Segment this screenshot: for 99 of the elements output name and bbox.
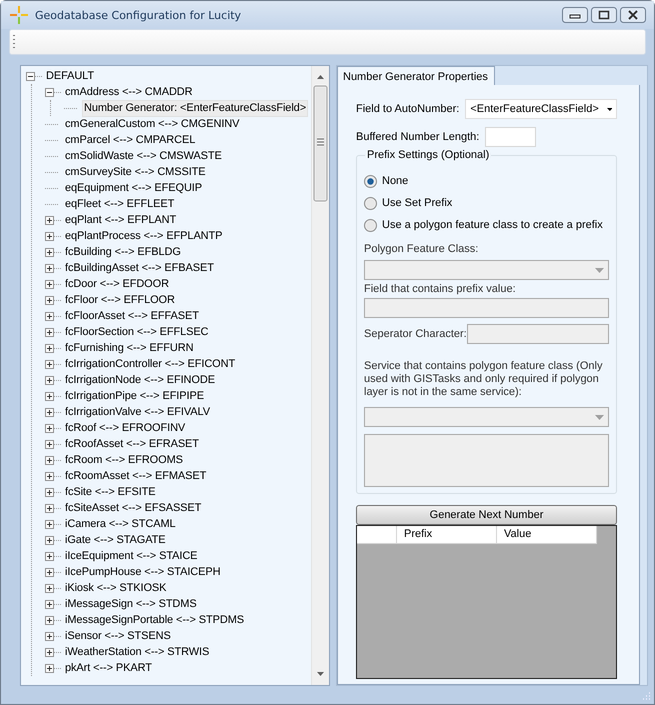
tree-item[interactable]: fcSiteAsset <--> EFSASSET: [63, 500, 204, 516]
expand-icon[interactable]: [45, 664, 54, 672]
tree-item[interactable]: iKiosk <--> STKIOSK: [63, 580, 168, 596]
field-label: Seperator Character:: [364, 328, 467, 340]
expand-icon[interactable]: [45, 344, 54, 352]
tree-item[interactable]: iCamera <--> STCAML: [63, 516, 178, 532]
tree-item[interactable]: Number Generator: <EnterFeatureClassField>: [82, 100, 308, 116]
expand-icon[interactable]: [45, 328, 54, 336]
expand-icon[interactable]: [45, 504, 54, 512]
window-title: Geodatabase Configuration for Lucity: [35, 8, 242, 22]
expand-icon[interactable]: [45, 232, 54, 240]
field-label: Buffered Number Length:: [356, 131, 480, 143]
tree-item[interactable]: iSensor <--> STSENS: [63, 628, 173, 644]
expand-icon[interactable]: [45, 456, 54, 464]
tree-item[interactable]: eqPlant <--> EFPLANT: [63, 212, 178, 228]
tree-item[interactable]: fcRoomAsset <--> EFMASET: [63, 468, 208, 484]
expand-icon[interactable]: [45, 296, 54, 304]
maximize-button[interactable]: [591, 7, 617, 23]
tree-item[interactable]: DEFAULT: [44, 68, 96, 84]
tree-item[interactable]: cmParcel <--> CMPARCEL: [63, 132, 198, 148]
field-label: Polygon Feature Class:: [364, 243, 480, 255]
expand-icon[interactable]: [45, 216, 54, 224]
radio-button[interactable]: [364, 196, 377, 210]
expand-icon[interactable]: [45, 488, 54, 496]
field-label: Service that contains polygon feature class (Only used with GISTasks and only required if polygon layer is not in the same service):: [364, 360, 604, 399]
autonumber-dropdown[interactable]: <EnterFeatureClassField>: [465, 99, 618, 119]
tree-item[interactable]: fcIrrigationController <--> EFICONT: [63, 356, 238, 372]
tree-item[interactable]: fcFloorAsset <--> EFFASET: [63, 308, 201, 324]
expand-icon[interactable]: [45, 408, 54, 416]
expand-icon[interactable]: [45, 600, 54, 608]
expand-icon[interactable]: [45, 312, 54, 320]
tree-item[interactable]: fcRoofAsset <--> EFRASET: [63, 436, 201, 452]
expand-icon[interactable]: [45, 248, 54, 256]
field-label: Field to AutoNumber:: [356, 103, 460, 115]
tree-item[interactable]: cmSolidWaste <--> CMSWASTE: [63, 148, 224, 164]
tree-item[interactable]: cmSurveySite <--> CMSSITE: [63, 164, 208, 180]
close-button[interactable]: [620, 7, 646, 23]
expand-icon[interactable]: [45, 376, 54, 384]
tree-item[interactable]: eqFleet <--> EFFLEET: [63, 196, 176, 212]
tree-item[interactable]: iMessageSignPortable <--> STPDMS: [63, 612, 246, 628]
expand-icon[interactable]: [45, 520, 54, 528]
tree-item[interactable]: cmGeneralCustom <--> CMGENINV: [63, 116, 242, 132]
input-field[interactable]: [485, 127, 536, 147]
tree-item[interactable]: fcBuilding <--> EFBLDG: [63, 244, 183, 260]
tree-item[interactable]: fcIrrigationNode <--> EFINODE: [63, 372, 217, 388]
tree-item[interactable]: fcBuildingAsset <--> EFBASET: [63, 260, 216, 276]
app-logo-icon: [9, 5, 29, 25]
field-label: Field that contains prefix value:: [364, 283, 517, 295]
expand-icon[interactable]: [45, 568, 54, 576]
tree-item[interactable]: eqPlantProcess <--> EFPLANTP: [63, 228, 224, 244]
scrollbar[interactable]: [311, 66, 329, 685]
column-header[interactable]: Prefix: [397, 526, 497, 544]
tree-item[interactable]: iIcePumpHouse <--> STAICEPH: [63, 564, 222, 580]
tab[interactable]: Number Generator Properties: [337, 66, 495, 85]
tree-item[interactable]: cmAddress <--> CMADDR: [63, 84, 194, 100]
expand-icon[interactable]: [45, 280, 54, 288]
expand-icon[interactable]: [45, 552, 54, 560]
tree-item[interactable]: iMessageSign <--> STDMS: [63, 596, 199, 612]
minimize-button[interactable]: [562, 7, 588, 23]
tree-item[interactable]: iWeatherStation <--> STRWIS: [63, 644, 212, 660]
radio-option[interactable]: Use Set Prefix: [364, 192, 609, 214]
expand-icon[interactable]: [45, 536, 54, 544]
generate-button[interactable]: Generate Next Number: [356, 505, 617, 525]
dropdown-arrow-icon: [595, 268, 604, 272]
tree-item[interactable]: fcIrrigationValve <--> EFIVALV: [63, 404, 212, 420]
tree-item[interactable]: fcIrrigationPipe <--> EFIPIPE: [63, 388, 206, 404]
dropdown-arrow-icon: [595, 414, 604, 420]
collapse-icon[interactable]: [26, 72, 35, 80]
expand-icon[interactable]: [45, 392, 54, 400]
tree-item[interactable]: fcFloorSection <--> EFFLSEC: [63, 324, 210, 340]
tree-item[interactable]: fcRoom <--> EFROOMS: [63, 452, 185, 468]
tree-item[interactable]: fcDoor <--> EFDOOR: [63, 276, 171, 292]
dropdown-arrow-icon: [606, 106, 612, 112]
row-header: [357, 526, 397, 544]
expand-icon[interactable]: [45, 440, 54, 448]
radio-option[interactable]: Use a polygon feature class to create a prefix: [364, 214, 609, 236]
tree-item[interactable]: eqEquipment <--> EFEQUIP: [63, 180, 204, 196]
expand-icon[interactable]: [45, 264, 54, 272]
collapse-icon[interactable]: [45, 88, 54, 96]
tree-item[interactable]: pkArt <--> PKART: [63, 660, 154, 676]
expand-icon[interactable]: [45, 472, 54, 480]
expand-icon[interactable]: [45, 424, 54, 432]
tree-item[interactable]: fcFloor <--> EFFLOOR: [63, 292, 177, 308]
expand-icon[interactable]: [45, 584, 54, 592]
tree-item[interactable]: iGate <--> STAGATE: [63, 532, 168, 548]
tree-item[interactable]: fcFurnishing <--> EFFURN: [63, 340, 196, 356]
resize-grip-icon[interactable]: [642, 692, 651, 701]
group-title: Prefix Settings (Optional): [365, 149, 492, 161]
radio-button[interactable]: [364, 174, 377, 188]
column-header[interactable]: Value: [497, 526, 597, 544]
expand-icon[interactable]: [45, 360, 54, 368]
expand-icon[interactable]: [45, 632, 54, 640]
radio-option[interactable]: None: [364, 170, 609, 192]
tree-item[interactable]: fcSite <--> EFSITE: [63, 484, 158, 500]
tree-item[interactable]: fcRoof <--> EFROOFINV: [63, 420, 188, 436]
expand-icon[interactable]: [45, 616, 54, 624]
expand-icon[interactable]: [45, 648, 54, 656]
radio-button[interactable]: [364, 218, 377, 232]
tree-item[interactable]: iIceEquipment <--> STAICE: [63, 548, 200, 564]
